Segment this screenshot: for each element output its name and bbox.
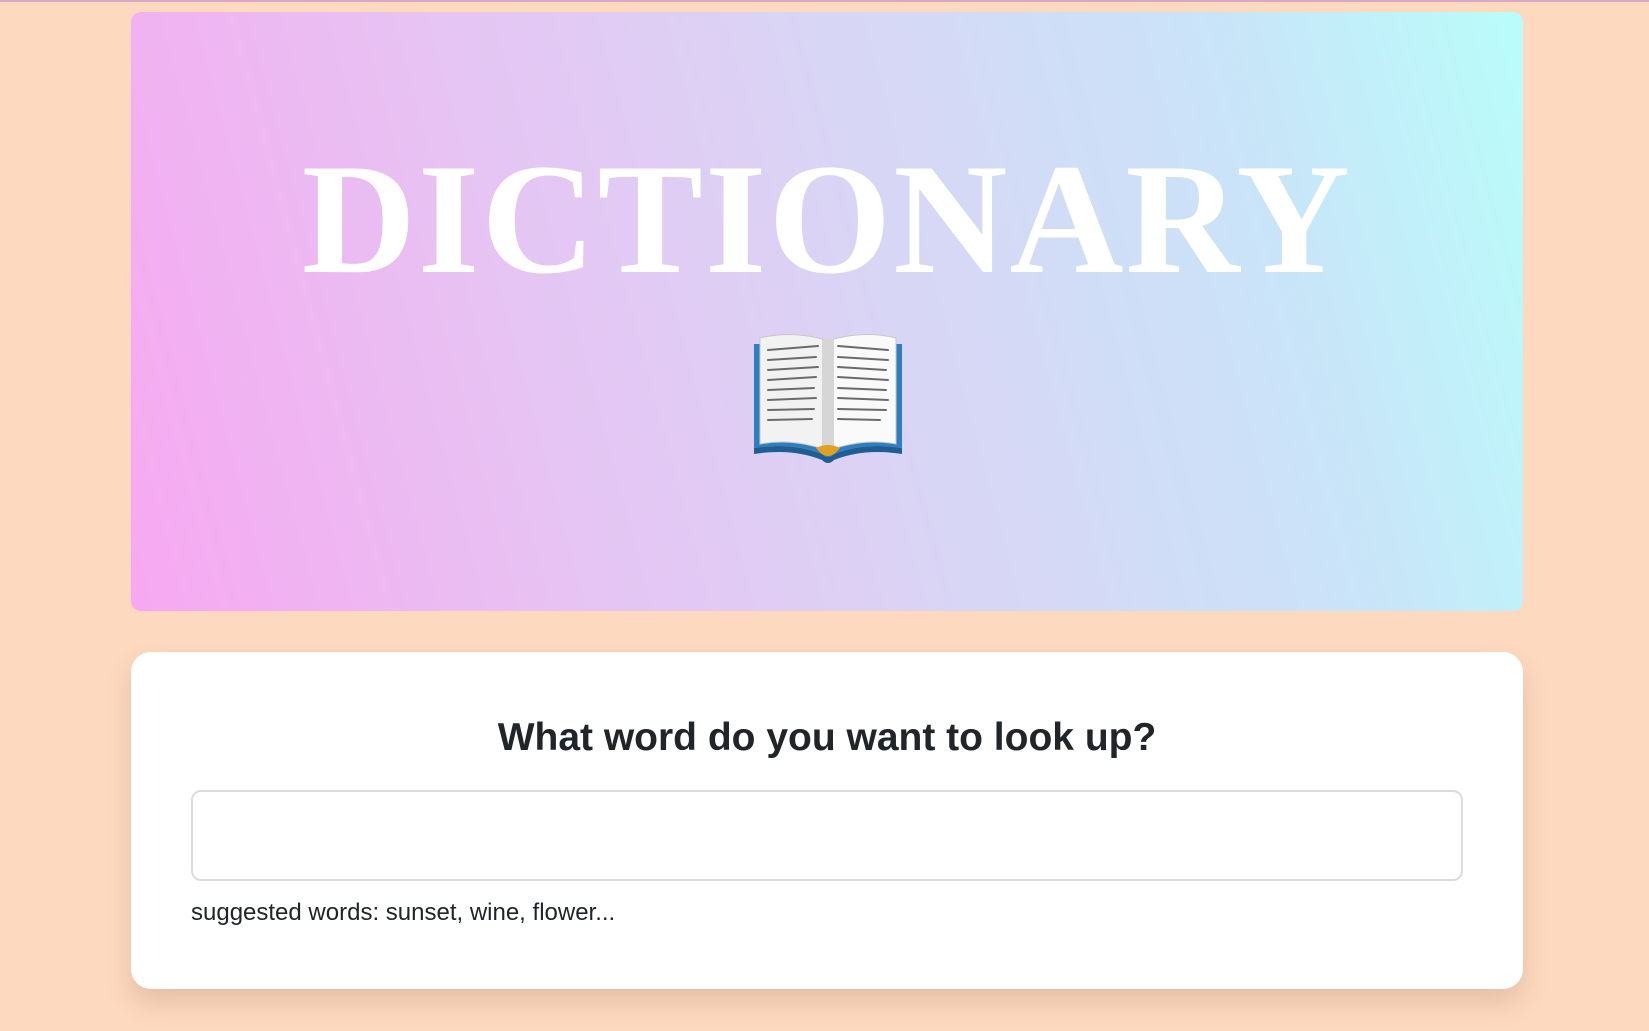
suggested-words-hint: suggested words: sunset, wine, flower... (191, 899, 616, 926)
page-title: DICTIONARY (301, 132, 1353, 307)
top-border-line (0, 0, 1649, 2)
open-book-icon (754, 333, 902, 463)
search-input[interactable] (191, 790, 1463, 881)
hero-banner: DICTIONARY (131, 12, 1523, 611)
search-heading: What word do you want to look up? (497, 716, 1157, 759)
search-card: What word do you want to look up? sugges… (131, 652, 1523, 989)
